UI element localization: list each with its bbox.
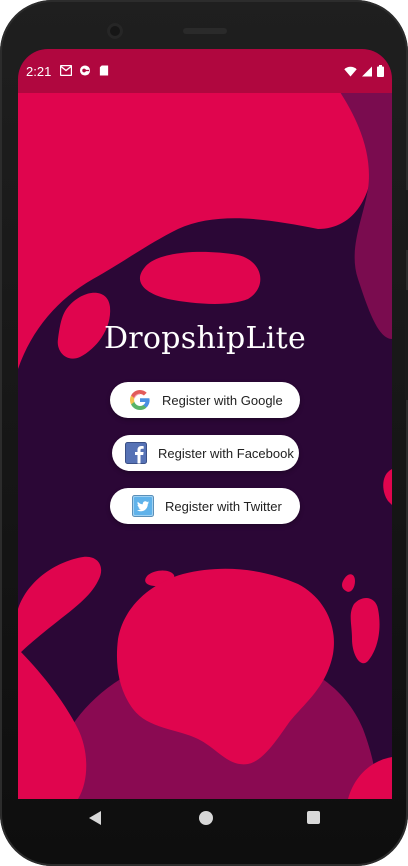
battery-icon: [377, 65, 384, 77]
background-blobs: [18, 49, 392, 799]
register-facebook-button[interactable]: Register with Facebook: [112, 435, 299, 471]
sd-card-icon: [99, 65, 109, 76]
facebook-icon: [123, 440, 149, 466]
wifi-icon: [344, 66, 357, 76]
home-icon[interactable]: [199, 811, 213, 825]
app-title: DropshipLite: [103, 321, 307, 356]
phone-frame: 2:21 DropshipLite Register with Google R…: [0, 0, 408, 866]
navigation-bar: [0, 799, 408, 839]
earpiece-speaker: [183, 28, 227, 34]
app-screen: 2:21 DropshipLite Register with Google R…: [18, 49, 392, 799]
front-camera: [107, 23, 123, 39]
vpn-key-icon: [79, 65, 91, 76]
notification-icons: [60, 65, 110, 76]
register-google-label: Register with Google: [162, 392, 283, 408]
twitter-icon: [130, 493, 156, 519]
register-twitter-label: Register with Twitter: [165, 498, 282, 514]
back-icon[interactable]: [89, 811, 101, 825]
register-facebook-label: Register with Facebook: [158, 445, 294, 461]
status-bar: 2:21: [18, 49, 392, 93]
recents-icon[interactable]: [307, 811, 320, 824]
system-status-icons: [344, 65, 384, 77]
google-icon: [127, 387, 153, 413]
cellular-signal-icon: [362, 66, 372, 76]
register-twitter-button[interactable]: Register with Twitter: [110, 488, 300, 524]
gmail-icon: [60, 65, 72, 76]
register-google-button[interactable]: Register with Google: [110, 382, 300, 418]
status-time: 2:21: [26, 64, 52, 79]
